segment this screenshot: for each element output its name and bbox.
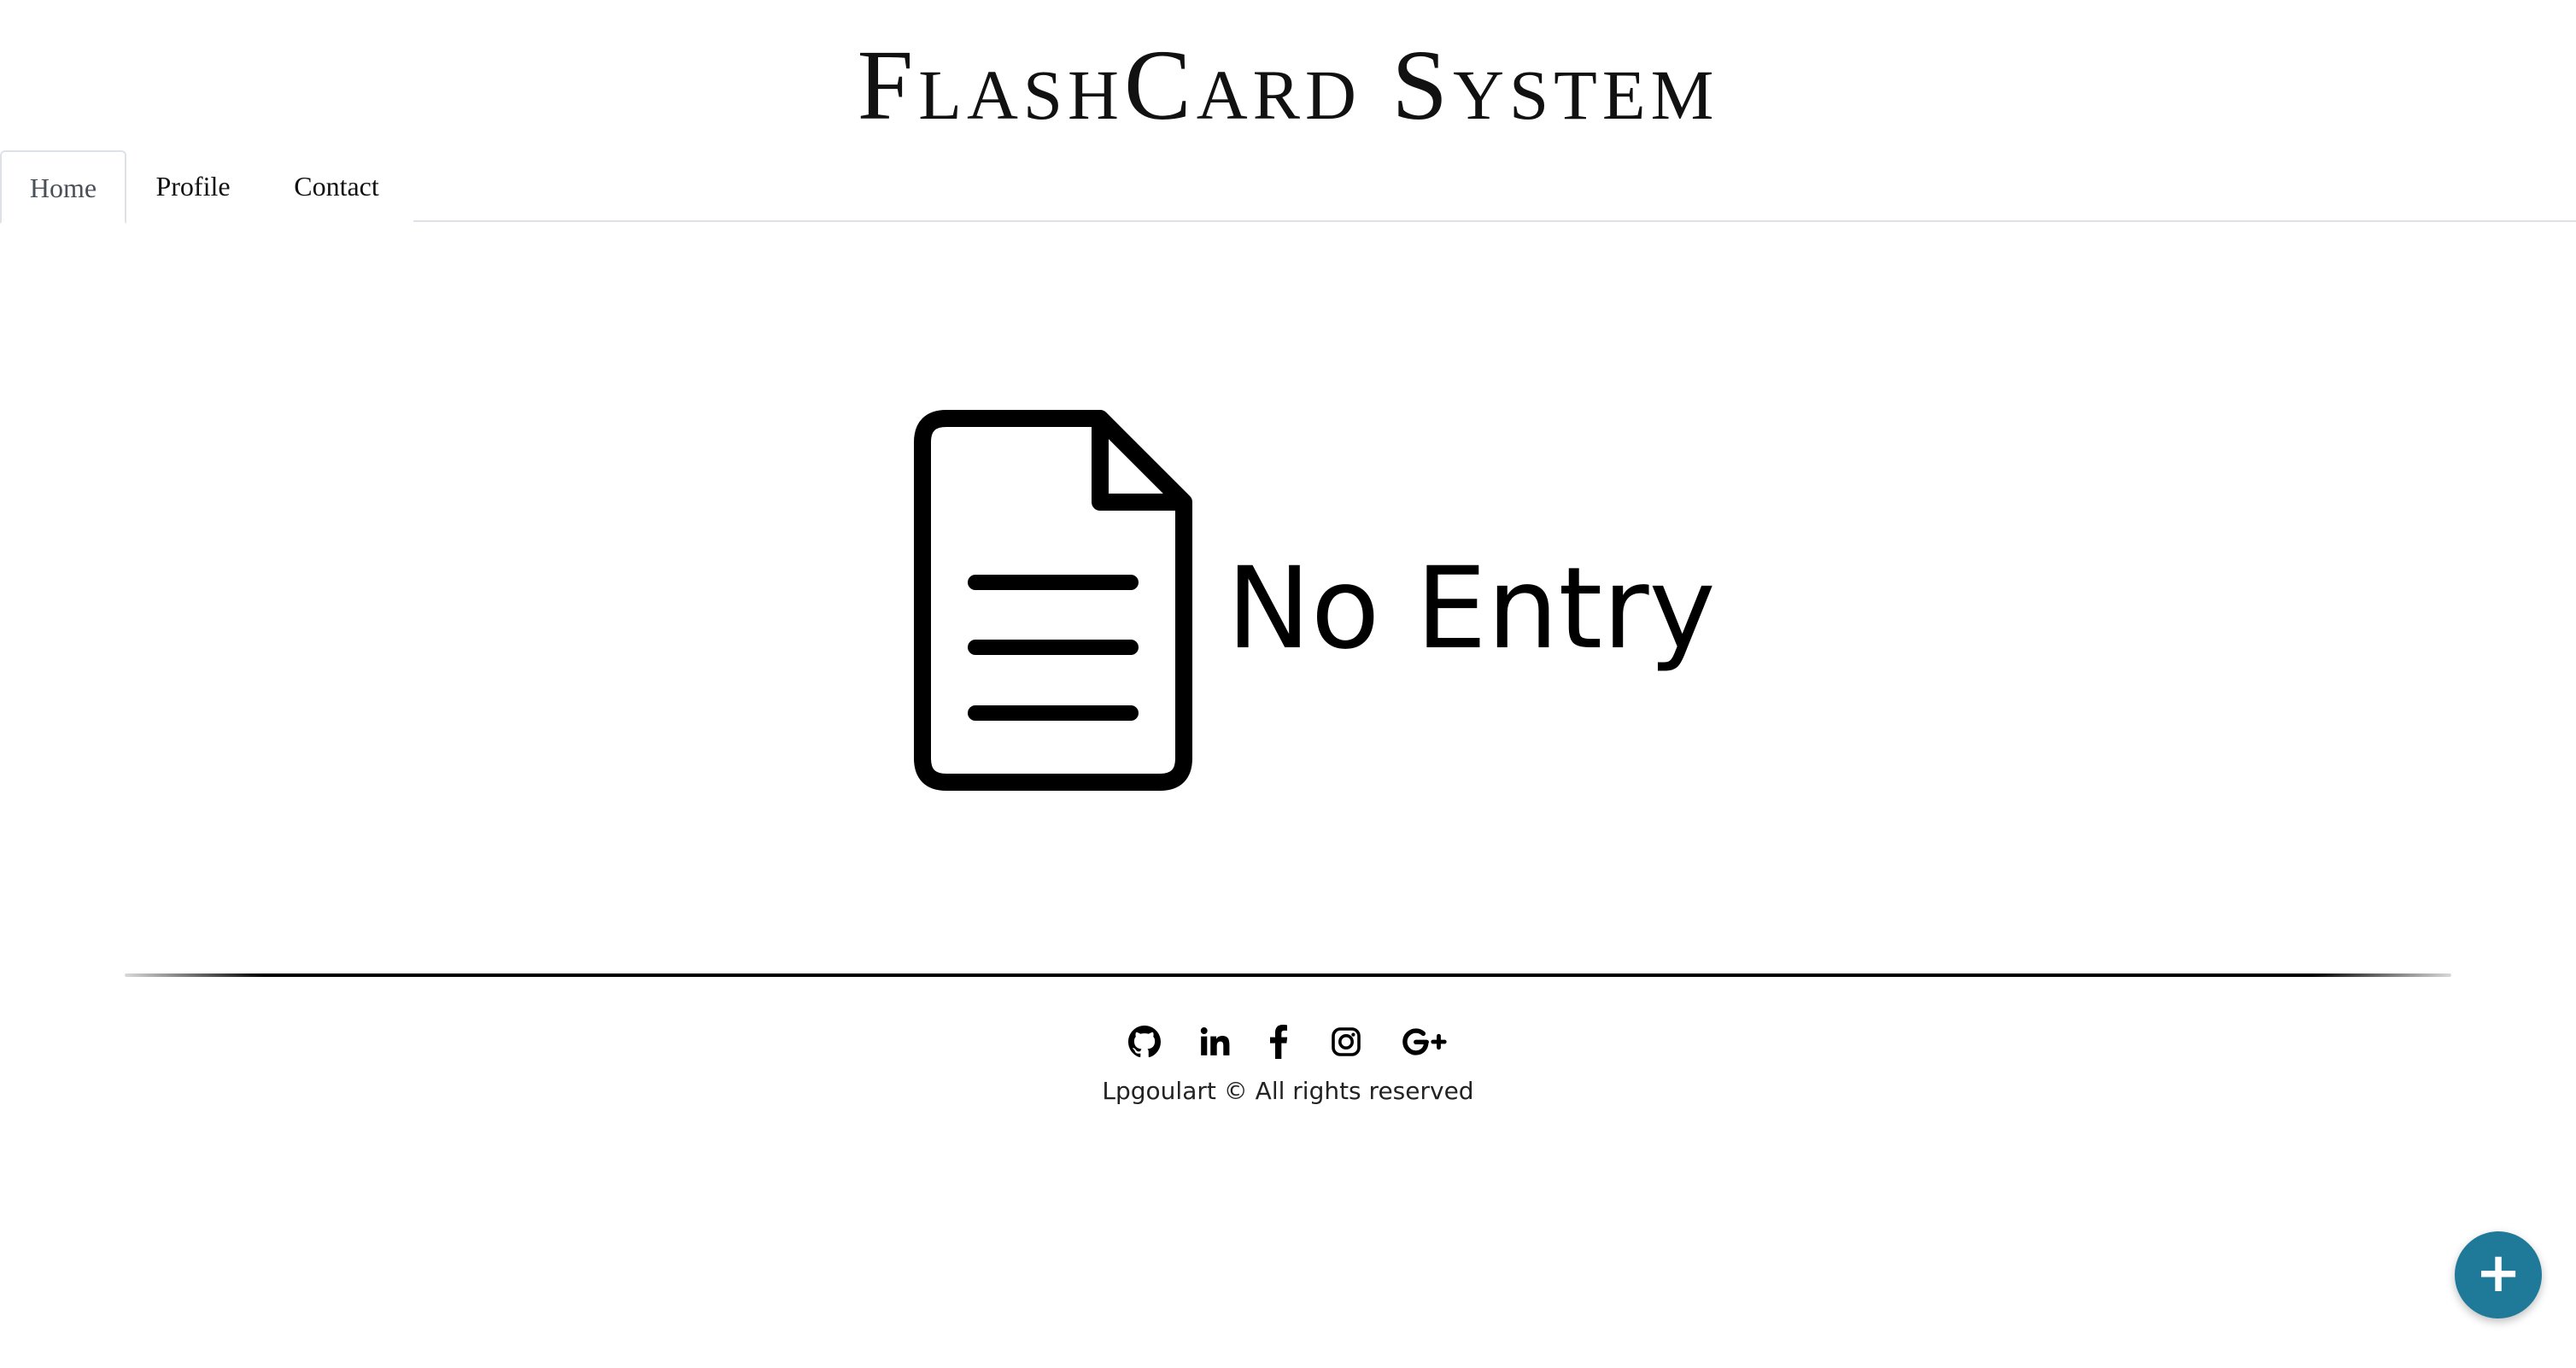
facebook-icon[interactable]	[1266, 1020, 1291, 1064]
google-plus-icon[interactable]	[1399, 1020, 1450, 1064]
nav-tabs: Home Profile Contact	[0, 150, 2576, 224]
site-title: FlashCard System	[857, 29, 1719, 141]
document-icon	[914, 410, 1192, 791]
tab-home[interactable]: Home	[0, 150, 126, 224]
tab-profile[interactable]: Profile	[126, 150, 260, 222]
linkedin-icon[interactable]	[1196, 1020, 1233, 1064]
plus-icon: +	[2475, 1242, 2521, 1305]
social-links	[1110, 1020, 1466, 1064]
empty-state: No Entry	[912, 408, 1716, 792]
tab-contact[interactable]: Contact	[260, 150, 413, 222]
empty-state-text: No Entry	[1227, 543, 1716, 675]
add-card-button[interactable]: +	[2455, 1231, 2542, 1318]
page: FlashCard System Home Profile Contact No…	[0, 0, 2576, 1368]
instagram-icon[interactable]	[1329, 1020, 1363, 1064]
copyright-text: Lpgoulart © All rights reserved	[1102, 1077, 1474, 1105]
github-icon[interactable]	[1127, 1020, 1162, 1064]
footer-divider	[125, 973, 2451, 977]
